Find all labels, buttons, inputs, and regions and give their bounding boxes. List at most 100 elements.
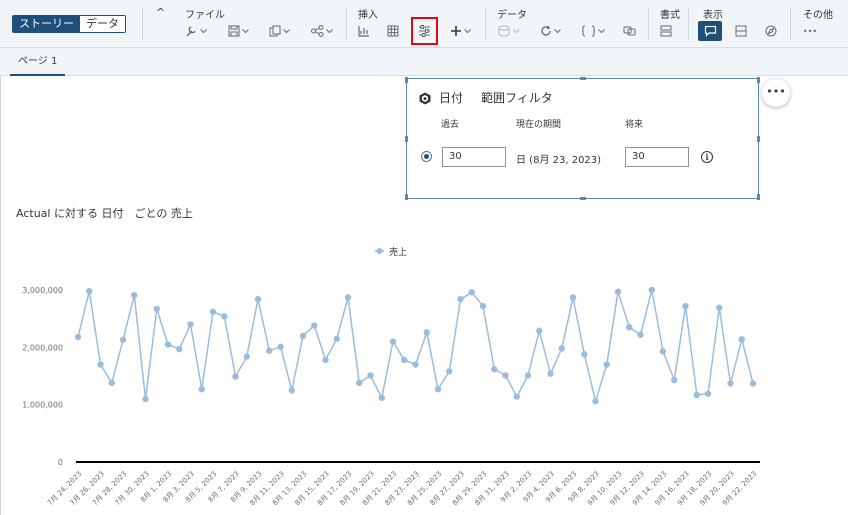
data-mode-button[interactable]: データ [80,16,125,32]
resize-handle[interactable] [580,77,586,80]
data-point[interactable] [322,356,329,364]
data-point[interactable] [119,336,127,344]
data-point[interactable] [547,370,554,377]
data-point[interactable] [74,333,82,341]
link-dimension-button[interactable] [621,22,637,40]
data-point[interactable] [86,287,93,295]
data-point[interactable] [659,348,667,355]
data-point[interactable] [536,327,543,334]
data-point[interactable] [232,373,239,380]
sales-line-chart[interactable]: 売上 0 1,000,000 2,000,000 3,000,000 7月 24, 2… [0,230,800,515]
formula-menu-button[interactable] [580,22,606,40]
resize-handle[interactable] [757,194,760,200]
data-point[interactable] [626,324,633,331]
future-periods-input[interactable]: 30 [625,147,689,167]
data-point[interactable] [344,294,352,301]
data-point[interactable] [176,345,183,353]
data-point[interactable] [108,379,115,387]
resize-handle[interactable] [405,77,408,83]
resize-handle[interactable] [580,197,586,200]
tab-page-1[interactable]: ページ 1 [10,48,66,76]
data-point[interactable] [266,347,273,354]
data-point[interactable] [479,302,487,310]
grid-icon [387,25,399,37]
data-point[interactable] [614,288,622,295]
data-point[interactable] [243,353,250,360]
resize-handle[interactable] [405,194,408,200]
data-point[interactable] [524,372,532,379]
data-point[interactable] [457,295,464,303]
format-button[interactable] [658,22,674,40]
data-point[interactable] [277,343,284,350]
widget-more-actions-button[interactable]: ••• [762,79,790,107]
more-menu-button[interactable]: ••• [802,22,818,40]
data-point[interactable] [558,345,565,352]
insert-chart-button[interactable] [357,22,371,40]
data-point[interactable] [637,331,644,338]
data-point[interactable] [187,321,194,328]
data-point[interactable] [569,294,577,301]
data-point[interactable] [502,372,509,379]
data-point[interactable] [153,305,160,313]
input-control-button[interactable] [411,17,438,45]
info-icon[interactable]: i [701,151,713,163]
data-point[interactable] [311,322,318,329]
data-source-button[interactable] [497,22,521,40]
data-point[interactable] [142,395,149,403]
data-point[interactable] [468,289,475,296]
comment-mode-button[interactable] [698,21,722,41]
data-point[interactable] [209,308,217,315]
edit-menu-button[interactable] [185,22,207,40]
collapse-toolbar-button[interactable]: ^ [156,6,165,19]
data-point[interactable] [378,394,385,401]
data-point[interactable] [401,356,408,364]
date-range-filter-panel[interactable]: 日付 範囲フィルタ 過去 現在の期間 将来 30 日 (8月 23, 2023) … [405,77,760,200]
range-radio-button[interactable] [421,151,432,162]
data-point[interactable] [333,335,340,342]
data-point[interactable] [491,365,498,373]
side-panel-button[interactable] [734,22,748,40]
add-menu-button[interactable] [448,22,472,40]
input-control-icon [418,25,431,37]
share-menu-button[interactable] [310,22,334,40]
resize-handle[interactable] [757,136,760,142]
data-point[interactable] [221,313,228,320]
story-mode-button[interactable]: ストーリー [13,16,80,32]
data-point[interactable] [446,368,453,375]
data-point[interactable] [603,361,610,368]
data-point[interactable] [682,302,689,310]
data-point[interactable] [648,286,655,294]
data-point[interactable] [299,332,307,340]
explore-button[interactable] [764,22,778,40]
data-point[interactable] [97,361,104,368]
data-point[interactable] [671,376,678,384]
data-point[interactable] [727,380,734,387]
data-point[interactable] [198,385,205,393]
data-point[interactable] [288,387,295,394]
data-point[interactable] [749,380,757,387]
chart-legend[interactable]: 売上 [375,246,407,258]
data-point[interactable] [164,341,172,348]
past-periods-input[interactable]: 30 [442,147,506,167]
data-point[interactable] [581,351,588,358]
data-point[interactable] [367,372,374,379]
insert-table-button[interactable] [386,22,400,40]
data-point[interactable] [356,379,363,387]
data-point[interactable] [592,398,599,405]
data-point[interactable] [389,338,397,345]
resize-handle[interactable] [405,136,408,142]
refresh-menu-button[interactable] [538,22,562,40]
data-point[interactable] [693,391,700,399]
data-point[interactable] [254,295,262,303]
data-point[interactable] [423,329,430,336]
data-point[interactable] [738,336,745,343]
save-menu-button[interactable] [227,22,249,40]
data-point[interactable] [434,385,442,393]
data-point[interactable] [513,393,520,400]
copy-menu-button[interactable] [268,22,290,40]
data-point[interactable] [704,390,712,397]
data-point[interactable] [131,291,138,299]
data-point[interactable] [412,361,419,368]
data-point[interactable] [716,304,723,311]
resize-handle[interactable] [757,77,760,83]
